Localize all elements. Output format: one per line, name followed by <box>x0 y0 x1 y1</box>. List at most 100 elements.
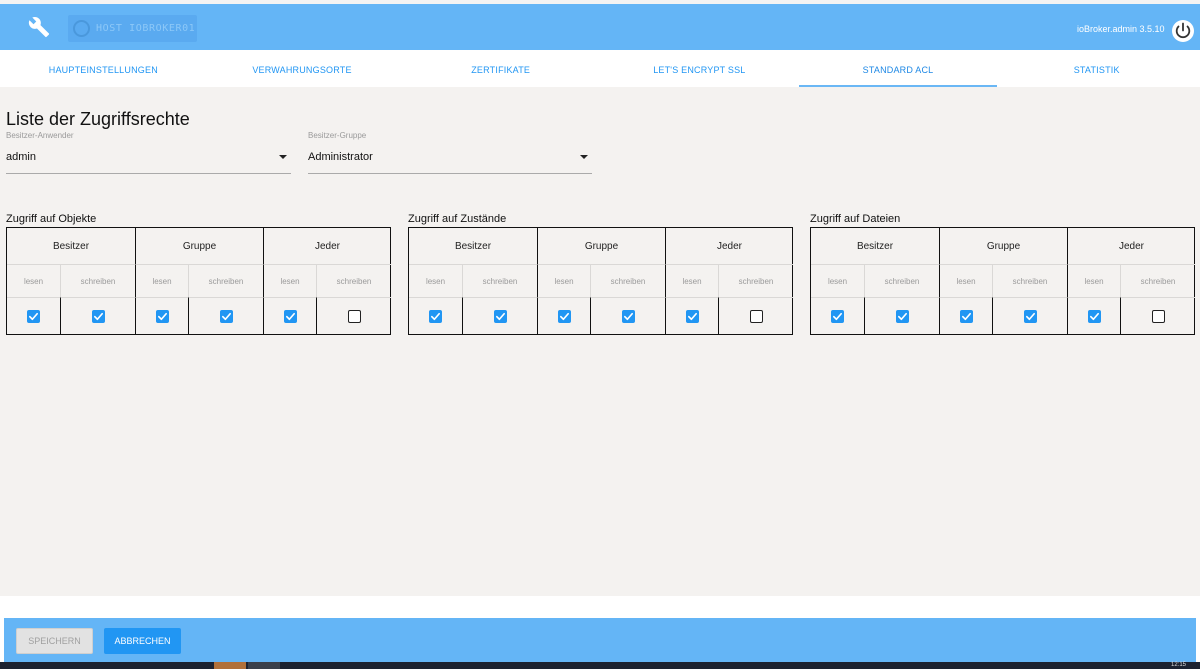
acl-section-title-zugriff-auf-dateien: Zugriff auf Dateien <box>810 213 901 225</box>
checkmark-icon <box>623 312 633 321</box>
acl-checkbox-jeder-lesen[interactable] <box>1087 310 1101 323</box>
checkmark-icon <box>833 312 842 321</box>
taskbar-app-icon[interactable] <box>214 662 246 669</box>
tab-zertifikate[interactable]: ZERTIFIKATE <box>401 53 600 87</box>
acl-checkbox-jeder-schreiben[interactable] <box>1151 310 1165 323</box>
acl-perm-label-lesen: lesen <box>1067 264 1120 297</box>
checkmark-icon <box>431 312 440 321</box>
acl-checkbox-jeder-lesen[interactable] <box>685 310 699 323</box>
acl-checkbox-gruppe-lesen[interactable] <box>155 310 169 323</box>
acl-checkbox-cell <box>1120 297 1195 335</box>
acl-checkbox-gruppe-lesen[interactable] <box>959 310 973 323</box>
acl-table-zugriff-auf-dateien: Besitzer lesen schreiben Gruppe lesen schreib… <box>810 227 1195 335</box>
acl-checkbox-cell <box>263 297 316 335</box>
tab-standard-acl[interactable]: STANDARD ACL <box>798 53 998 87</box>
acl-group-header-jeder: Jeder <box>263 228 391 264</box>
settings-tabs: HAUPTEINSTELLUNGEN VERWAHRUNGSORTE ZERTIFI… <box>4 53 1196 87</box>
acl-perm-label-schreiben: schreiben <box>316 264 391 297</box>
acl-checkbox-cell <box>316 297 391 335</box>
os-taskbar: 12:15 <box>0 662 1200 669</box>
acl-perm-label-lesen: lesen <box>7 264 60 297</box>
checkmark-icon <box>157 312 167 321</box>
acl-checkbox-cell <box>665 297 718 335</box>
tab-let-s-encrypt-ssl[interactable]: LET'S ENCRYPT SSL <box>600 53 799 87</box>
acl-perm-label-schreiben: schreiben <box>992 264 1067 297</box>
acl-checkbox-jeder-schreiben[interactable] <box>749 310 763 323</box>
tab-verwahrungsorte[interactable]: VERWAHRUNGSORTE <box>203 53 402 87</box>
acl-perm-label-schreiben: schreiben <box>864 264 939 297</box>
acl-perm-label-schreiben: schreiben <box>60 264 135 297</box>
acl-checkbox-cell <box>811 297 864 335</box>
acl-checkbox-gruppe-schreiben[interactable] <box>621 310 635 323</box>
version-label: ioBroker.admin 3.5.10 <box>1077 24 1165 34</box>
chevron-down-icon <box>279 155 287 159</box>
acl-group-header-jeder: Jeder <box>665 228 793 264</box>
acl-perm-label-schreiben: schreiben <box>1120 264 1195 297</box>
acl-group-header-gruppe: Gruppe <box>537 228 665 264</box>
acl-checkbox-jeder-schreiben[interactable] <box>347 310 361 323</box>
chevron-down-icon <box>580 155 588 159</box>
acl-checkbox-cell <box>992 297 1067 335</box>
power-icon[interactable] <box>1171 19 1195 43</box>
checkmark-icon <box>1089 312 1099 321</box>
content-bottom-strip <box>4 596 1196 618</box>
checkmark-icon <box>29 312 38 321</box>
acl-perm-label-schreiben: schreiben <box>718 264 793 297</box>
owner-user-label: Besitzer-Anwender <box>6 131 74 140</box>
acl-checkbox-gruppe-schreiben[interactable] <box>219 310 233 323</box>
acl-checkbox-cell <box>864 297 939 335</box>
owner-user-select[interactable]: Besitzer-Anwender admin <box>6 131 291 175</box>
taskbar-clock: 12:15 <box>1170 662 1186 668</box>
acl-section-title-zugriff-auf-zustaende: Zugriff auf Zustände <box>408 213 507 225</box>
acl-checkbox-besitzer-schreiben[interactable] <box>493 310 507 323</box>
acl-checkbox-besitzer-lesen[interactable] <box>429 310 442 323</box>
acl-group-header-besitzer: Besitzer <box>856 240 894 252</box>
acl-checkbox-cell <box>188 297 263 335</box>
acl-group-header-gruppe: Gruppe <box>939 228 1067 264</box>
tab-haupteinstellungen[interactable]: HAUPTEINSTELLUNGEN <box>4 53 203 87</box>
acl-checkbox-jeder-lesen[interactable] <box>283 310 297 323</box>
acl-checkbox-cell <box>60 297 135 335</box>
host-label: HOST IOBROKER01 <box>96 23 196 34</box>
host-status-icon <box>73 20 90 37</box>
taskbar-app-icon[interactable] <box>248 662 280 669</box>
acl-checkbox-besitzer-lesen[interactable] <box>831 310 844 323</box>
acl-checkbox-gruppe-lesen[interactable] <box>557 310 571 323</box>
checkmark-icon <box>961 312 971 321</box>
acl-checkbox-besitzer-schreiben[interactable] <box>895 310 909 323</box>
acl-checkbox-besitzer-schreiben[interactable] <box>91 310 105 323</box>
acl-perm-label-lesen: lesen <box>665 264 718 297</box>
wrench-icon[interactable] <box>28 16 50 38</box>
checkmark-icon <box>221 312 231 321</box>
acl-checkbox-besitzer-lesen[interactable] <box>27 310 40 323</box>
acl-checkbox-cell <box>462 297 537 335</box>
acl-checkbox-gruppe-schreiben[interactable] <box>1023 310 1037 323</box>
host-selector-button[interactable]: HOST IOBROKER01 <box>68 15 197 42</box>
acl-checkbox-cell <box>537 297 590 335</box>
checkmark-icon <box>495 312 505 321</box>
footer-bar: SPEICHERN ABBRECHEN <box>4 618 1196 662</box>
owner-group-select[interactable]: Besitzer-Gruppe Administrator <box>308 131 592 175</box>
checkmark-icon <box>897 312 907 321</box>
checkmark-icon <box>1025 312 1035 321</box>
acl-perm-label-lesen: lesen <box>811 264 864 297</box>
save-button[interactable]: SPEICHERN <box>16 628 93 654</box>
acl-checkbox-cell <box>1067 297 1120 335</box>
acl-checkbox-cell <box>409 297 462 335</box>
checkmark-icon <box>285 312 295 321</box>
app-header: HOST IOBROKER01 ioBroker.admin 3.5.10 <box>0 4 1200 50</box>
acl-perm-label-lesen: lesen <box>263 264 316 297</box>
acl-checkbox-cell <box>590 297 665 335</box>
acl-perm-label-lesen: lesen <box>409 264 462 297</box>
acl-perm-label-schreiben: schreiben <box>590 264 665 297</box>
tab-statistik[interactable]: STATISTIK <box>997 53 1196 87</box>
acl-checkbox-cell <box>135 297 188 335</box>
owner-user-underline <box>6 173 291 174</box>
owner-user-value: admin <box>6 151 36 163</box>
acl-group-header-besitzer: Besitzer <box>454 240 492 252</box>
acl-perm-label-lesen: lesen <box>135 264 188 297</box>
acl-perm-label-lesen: lesen <box>537 264 590 297</box>
checkmark-icon <box>559 312 569 321</box>
acl-table-zugriff-auf-zustaende: Besitzer lesen schreiben Gruppe lesen schreib… <box>408 227 793 335</box>
cancel-button[interactable]: ABBRECHEN <box>104 628 181 654</box>
